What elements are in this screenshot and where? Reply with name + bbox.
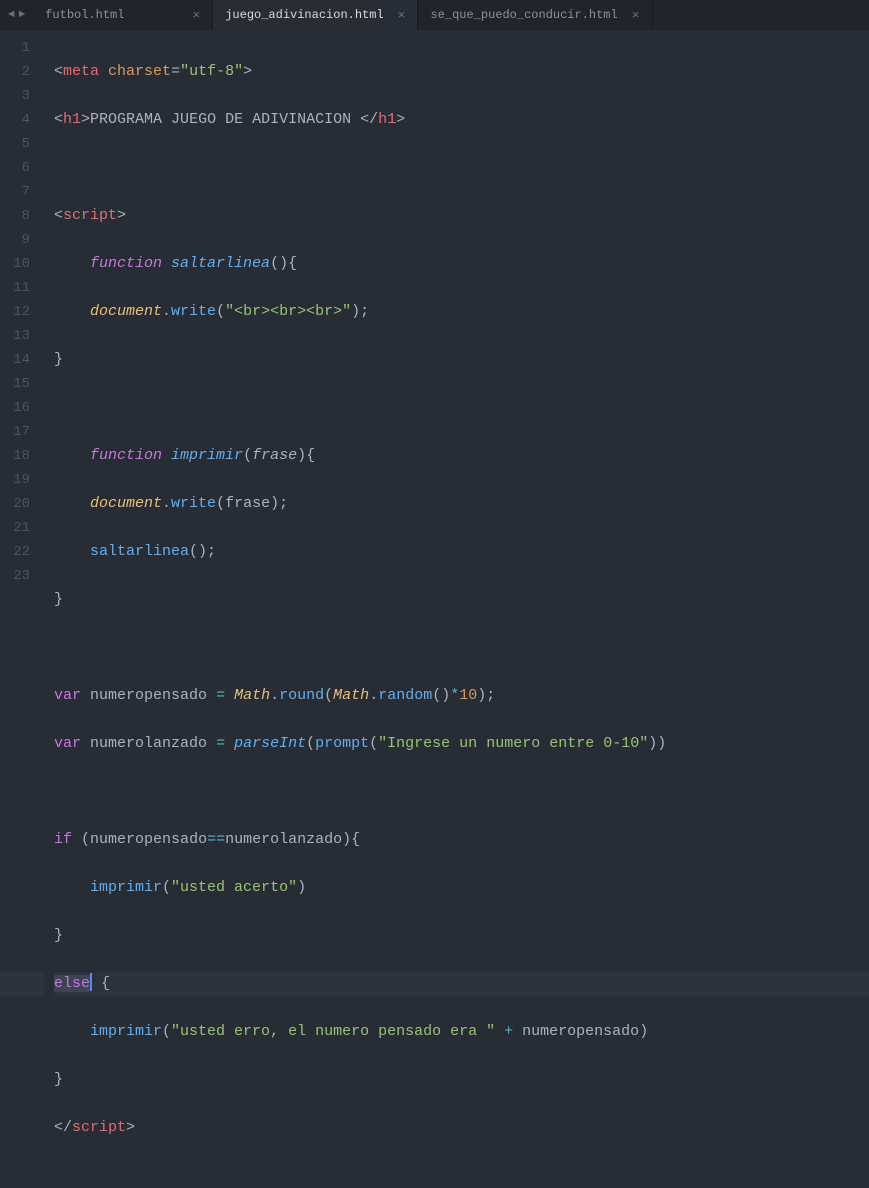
line-number: 2 [0, 60, 30, 84]
line-number: 18 [0, 444, 30, 468]
line-number: 9 [0, 228, 30, 252]
line-number: 11 [0, 276, 30, 300]
line-number: 19 [0, 468, 30, 492]
line-number: 5 [0, 132, 30, 156]
line-number: 21 [0, 516, 30, 540]
line-number: 3 [0, 84, 30, 108]
text-cursor [90, 973, 92, 991]
tab-futbol[interactable]: futbol.html × [33, 0, 213, 30]
code-area[interactable]: <meta charset="utf-8"> <h1>PROGRAMA JUEG… [44, 30, 869, 608]
nav-forward-icon[interactable]: ► [17, 9, 28, 21]
nav-arrows: ◄ ► [0, 0, 33, 30]
line-number: 22 [0, 540, 30, 564]
close-icon[interactable]: × [398, 8, 406, 23]
tab-label: juego_adivinacion.html [225, 8, 383, 22]
tab-label: futbol.html [45, 8, 124, 22]
nav-back-icon[interactable]: ◄ [6, 9, 17, 21]
line-number: 15 [0, 372, 30, 396]
line-number: 8 [0, 204, 30, 228]
line-number: 16 [0, 396, 30, 420]
line-number: 10 [0, 252, 30, 276]
line-number: 20 [0, 492, 30, 516]
line-number: 1 [0, 36, 30, 60]
line-number: 6 [0, 156, 30, 180]
close-icon[interactable]: × [632, 8, 640, 23]
tab-juego-adivinacion[interactable]: juego_adivinacion.html × [213, 0, 418, 30]
close-icon[interactable]: × [192, 8, 200, 23]
line-number: 14 [0, 348, 30, 372]
tab-label: se_que_puedo_conducir.html [430, 8, 617, 22]
editor: 1 2 3 4 5 6 7 8 9 10 11 12 13 14 15 16 1… [0, 30, 869, 608]
line-number: 13 [0, 324, 30, 348]
line-number: 4 [0, 108, 30, 132]
line-number: 12 [0, 300, 30, 324]
tab-bar: ◄ ► futbol.html × juego_adivinacion.html… [0, 0, 869, 30]
line-gutter: 1 2 3 4 5 6 7 8 9 10 11 12 13 14 15 16 1… [0, 30, 44, 608]
tab-se-que-puedo-conducir[interactable]: se_que_puedo_conducir.html × [418, 0, 652, 30]
line-number: 7 [0, 180, 30, 204]
line-number: 23 [0, 564, 30, 588]
line-number: 17 [0, 420, 30, 444]
